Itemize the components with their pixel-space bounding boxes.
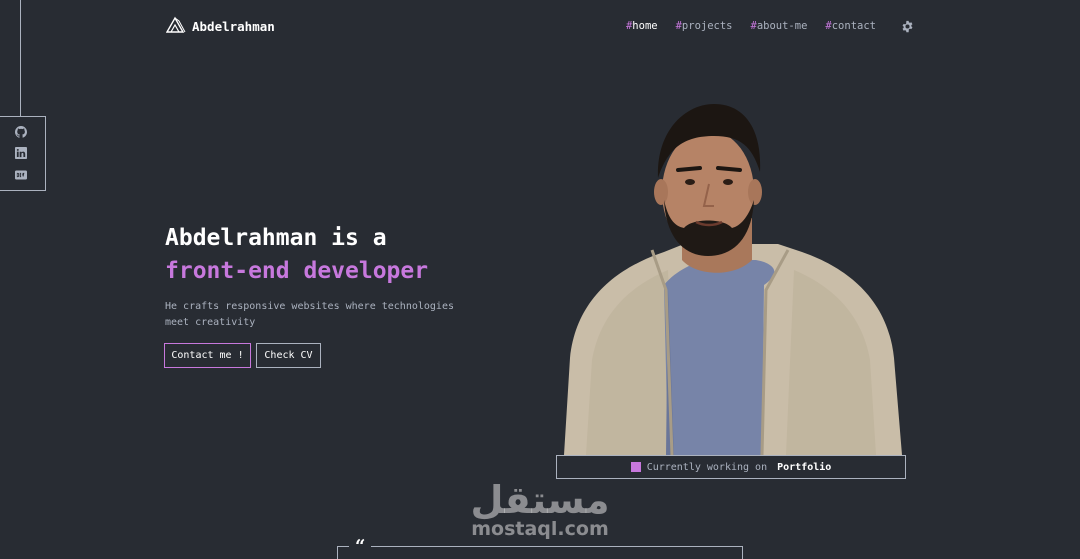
logo[interactable]: Abdelrahman — [165, 16, 275, 37]
github-icon[interactable] — [14, 125, 28, 139]
status-square-icon — [630, 462, 641, 472]
watermark: مستقل mostaql.com — [470, 480, 610, 540]
watermark-latin: mostaql.com — [471, 518, 609, 540]
contact-button[interactable]: Contact me ! — [164, 343, 251, 368]
gear-icon[interactable] — [900, 19, 914, 33]
check-cv-button[interactable]: Check CV — [256, 343, 321, 368]
nav-home[interactable]: #home — [626, 20, 658, 32]
social-line — [20, 0, 21, 116]
nav-contact[interactable]: #contact — [825, 20, 876, 32]
social-links — [0, 116, 46, 191]
logo-text: Abdelrahman — [192, 19, 275, 34]
status-badge: Currently working on Portfolio — [556, 455, 906, 479]
nav-projects[interactable]: #projects — [676, 20, 733, 32]
hero-title-line1: Abdelrahman is a — [165, 225, 387, 251]
hero-title-line2: front-end developer — [165, 258, 429, 284]
logo-icon — [165, 16, 186, 37]
quote-box — [337, 546, 743, 559]
watermark-arabic: مستقل — [470, 478, 610, 522]
status-project: Portfolio — [777, 461, 832, 473]
status-label: Currently working on — [646, 461, 768, 473]
quote-icon: “ — [349, 538, 372, 556]
hero-title: Abdelrahman is a front-end developer — [165, 222, 428, 288]
main-nav: #home #projects #about-me #contact — [626, 19, 914, 33]
dev-icon[interactable] — [14, 168, 28, 182]
nav-about-me[interactable]: #about-me — [751, 20, 808, 32]
profile-photo — [564, 104, 902, 455]
hero-description: He crafts responsive websites where tech… — [165, 301, 454, 328]
linkedin-icon[interactable] — [14, 146, 28, 160]
